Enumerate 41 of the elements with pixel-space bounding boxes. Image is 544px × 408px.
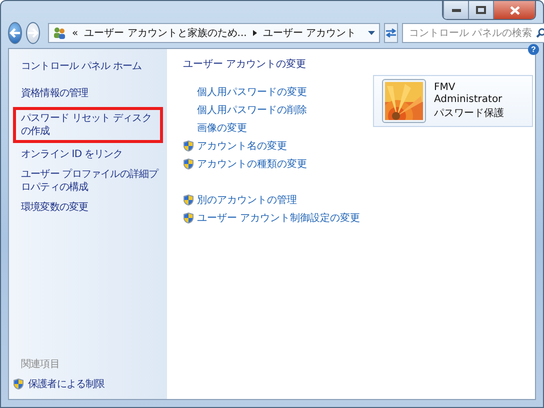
task-link[interactable]: ユーザー アカウント制御設定の変更 [183, 211, 363, 225]
sidebar-link[interactable]: 保護者による制限 [13, 377, 167, 391]
refresh-button[interactable] [384, 23, 398, 43]
task-link[interactable]: 個人用パスワードの削除 [183, 103, 363, 117]
help-button[interactable]: ? [528, 44, 539, 55]
section-heading: ユーザー アカウントの変更 [183, 58, 308, 71]
users-icon [53, 27, 66, 39]
search-field[interactable]: コントロール パネルの検索 [402, 23, 544, 43]
close-button[interactable] [493, 1, 535, 19]
section-heading: 関連項目 [21, 358, 60, 371]
dropdown-icon[interactable] [368, 31, 376, 35]
task-link[interactable]: 別のアカウントの管理 [183, 193, 363, 207]
account-name: FMV [434, 82, 456, 93]
task-link[interactable]: 画像の変更 [183, 121, 363, 135]
task-link[interactable]: アカウント名の変更 [183, 139, 363, 153]
maximize-icon [476, 6, 486, 14]
sidebar-link[interactable]: 資格情報の管理 [9, 87, 167, 100]
refresh-icon [385, 28, 398, 38]
sidebar-link[interactable]: パスワード リセット ディスクの作成 [13, 107, 163, 143]
minimize-icon [452, 8, 460, 12]
account-role: Administrator [434, 94, 504, 105]
back-button[interactable] [8, 22, 22, 44]
breadcrumb-item[interactable]: ユーザー アカウント [262, 26, 356, 40]
search-icon[interactable] [536, 28, 544, 38]
sidebar-link[interactable]: 環境変数の変更 [9, 201, 167, 214]
chevron-icon[interactable] [252, 30, 257, 36]
address-bar[interactable]: « ユーザー アカウントと家族のため... ユーザー アカウント [48, 23, 380, 43]
forward-button[interactable] [26, 22, 40, 44]
minimize-button[interactable] [443, 1, 468, 19]
breadcrumb-overflow[interactable]: « [72, 28, 78, 38]
account-status: パスワード保護 [434, 106, 504, 120]
sidebar-link[interactable]: コントロール パネル ホーム [21, 59, 163, 73]
close-icon [510, 6, 520, 14]
back-arrow-icon [9, 28, 21, 38]
breadcrumb-item[interactable]: ユーザー アカウントと家族のため... [84, 26, 247, 40]
sidebar-link[interactable]: ユーザー プロファイルの詳細プロパティの構成 [9, 168, 167, 194]
sidebar-link[interactable]: オンライン ID をリンク [9, 148, 167, 161]
task-link[interactable]: アカウントの種類の変更 [183, 157, 363, 171]
maximize-button[interactable] [468, 1, 493, 19]
forward-arrow-icon [27, 28, 39, 38]
task-link[interactable]: 個人用パスワードの変更 [183, 85, 363, 99]
